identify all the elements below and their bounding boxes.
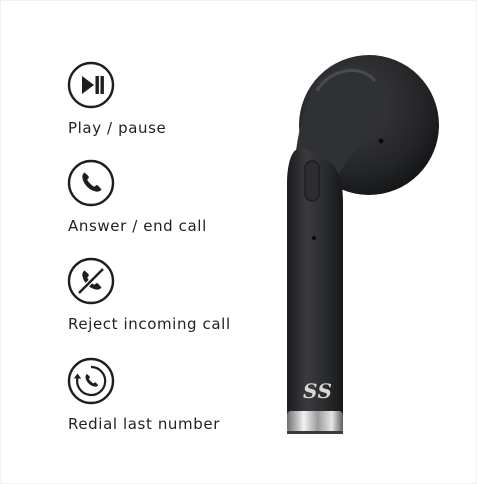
feature-label: Answer / end call [68, 217, 207, 235]
earbud-tip [287, 411, 343, 433]
feature-label: Play / pause [68, 119, 167, 137]
earbud-image: 𝑺𝑺 [287, 55, 439, 434]
feature-label: Redial last number [68, 415, 220, 433]
feature-label: Reject incoming call [68, 315, 231, 333]
phone-icon [67, 159, 115, 207]
product-image-frame: Play / pause Answer / end call Reject in… [0, 0, 477, 484]
earbud-button [304, 160, 320, 202]
phone-crossed-icon [67, 257, 115, 305]
phone-redial-icon [67, 357, 115, 405]
brand-logo: 𝑺𝑺 [303, 379, 332, 403]
play-pause-icon [67, 61, 115, 109]
